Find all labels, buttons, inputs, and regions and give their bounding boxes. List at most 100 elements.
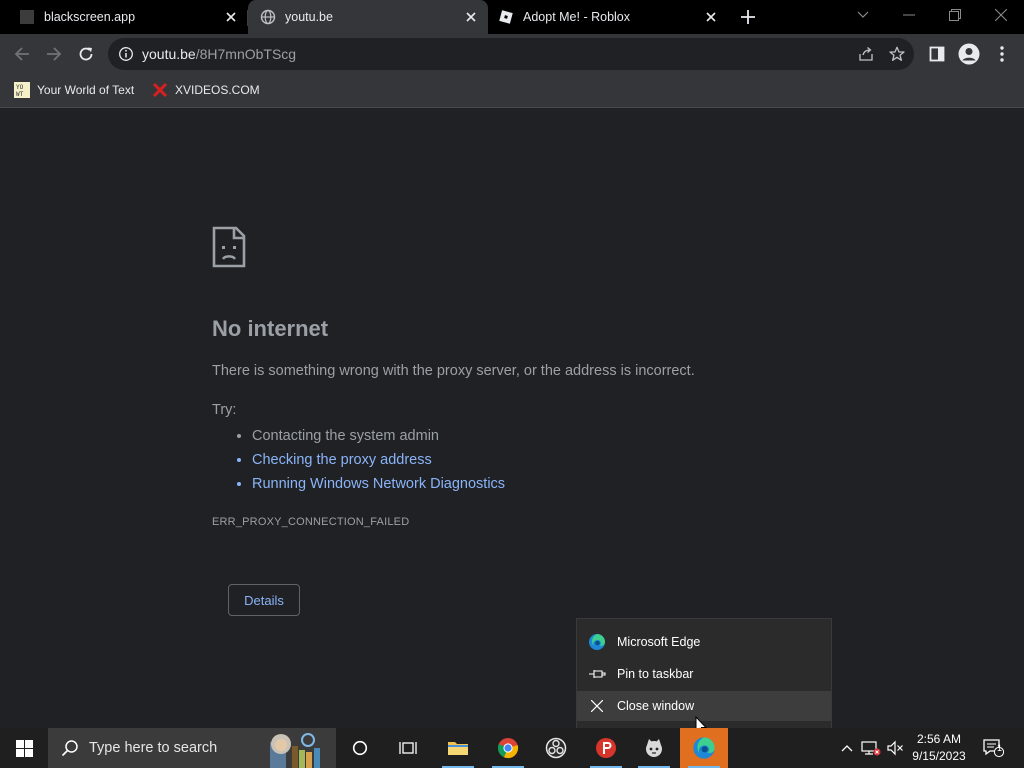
minimize-button[interactable] (886, 0, 932, 30)
bookmark-xvideos[interactable]: XVIDEOS.COM (152, 74, 260, 106)
cortana-icon (352, 740, 368, 756)
menu-button[interactable] (988, 40, 1016, 68)
svg-text:WT: WT (16, 91, 24, 98)
try-label: Try: (212, 402, 237, 418)
start-button[interactable] (0, 728, 48, 768)
chevron-down-icon (857, 11, 869, 18)
profile-button[interactable] (955, 40, 983, 68)
clock-time: 2:56 AM (916, 732, 962, 746)
restore-button[interactable] (932, 0, 978, 30)
psiphon-icon (596, 738, 616, 758)
bookmark-label: Your World of Text (37, 83, 135, 97)
suggestion-network-diagnostics-link[interactable]: Running Windows Network Diagnostics (252, 472, 505, 496)
jump-list-pin-to-taskbar[interactable]: Pin to taskbar (577, 659, 831, 689)
show-hidden-icons-button[interactable] (838, 728, 856, 768)
edge-icon (588, 633, 606, 651)
tab-youtube[interactable]: youtu.be (248, 0, 488, 34)
action-center-button[interactable]: 1 (976, 728, 1010, 768)
volume-muted-icon (887, 740, 903, 756)
plus-icon (741, 10, 755, 24)
network-disconnected-icon (861, 741, 881, 756)
jump-list-label: Close window (617, 699, 695, 713)
search-highlight-illustration (264, 730, 330, 768)
windows-logo-icon (15, 739, 33, 757)
suggestion-check-proxy-link[interactable]: Checking the proxy address (252, 448, 505, 472)
bookmark-label: XVIDEOS.COM (175, 83, 260, 97)
close-tab-icon[interactable] (222, 8, 240, 26)
ywot-icon: YO WT (14, 82, 30, 98)
roblox-icon (498, 9, 514, 25)
chrome-button[interactable] (484, 728, 532, 768)
address-bar[interactable]: youtu.be/8H7mnObTScg (108, 38, 914, 70)
edge-taskbar-button[interactable] (680, 728, 728, 768)
edge-icon (693, 737, 715, 759)
tab-search-button[interactable] (840, 0, 886, 30)
search-icon (61, 739, 79, 757)
forward-button[interactable] (40, 40, 68, 68)
network-button[interactable] (860, 728, 882, 768)
task-view-icon (399, 742, 417, 754)
close-tab-icon[interactable] (702, 8, 720, 26)
taskbar-jump-list: Microsoft Edge Pin to taskbar Close wind… (576, 618, 832, 728)
suggestion-list: Contacting the system admin Checking the… (212, 424, 505, 496)
svg-text:YO: YO (16, 84, 24, 91)
x-logo-icon (152, 82, 168, 98)
obs-button[interactable] (532, 728, 580, 768)
close-tab-icon[interactable] (462, 8, 480, 26)
details-button[interactable]: Details (228, 584, 300, 616)
error-title: No internet (212, 316, 329, 341)
new-tab-button[interactable] (733, 2, 763, 32)
close-icon (588, 697, 606, 715)
share-icon[interactable] (858, 46, 874, 62)
avatar-icon (958, 43, 980, 65)
restore-icon (949, 9, 961, 21)
suggestion-contact-admin: Contacting the system admin (252, 424, 505, 448)
bookmark-your-world-of-text[interactable]: YO WT Your World of Text (14, 74, 134, 106)
search-placeholder: Type here to search (89, 740, 218, 756)
windows-taskbar: Type here to search 2:56 AM 9/15/2023 1 (0, 728, 1024, 768)
tab-title: Adopt Me! - Roblox (523, 10, 630, 24)
tab-title: blackscreen.app (44, 10, 136, 24)
error-code: ERR_PROXY_CONNECTION_FAILED (212, 516, 410, 528)
url-host: youtu.be (142, 46, 196, 62)
minimize-icon (903, 14, 915, 16)
error-page: No internet There is something wrong wit… (0, 108, 1024, 728)
error-message: There is something wrong with the proxy … (212, 363, 695, 379)
reload-button[interactable] (72, 40, 100, 68)
browser-toolbar: youtu.be/8H7mnObTScg (0, 34, 1024, 74)
close-window-button[interactable] (978, 0, 1024, 30)
tab-title: youtu.be (285, 10, 333, 24)
url-text: youtu.be/8H7mnObTScg (142, 46, 296, 62)
clock-date: 9/15/2023 (912, 749, 966, 763)
taskbar-search-box[interactable]: Type here to search (48, 728, 336, 768)
sad-document-icon (212, 226, 246, 273)
pin-icon (588, 665, 606, 683)
tab-blackscreen[interactable]: blackscreen.app (0, 0, 248, 34)
close-icon (995, 9, 1007, 21)
cortana-button[interactable] (336, 728, 384, 768)
jump-list-label: Pin to taskbar (617, 667, 694, 681)
tab-roblox[interactable]: Adopt Me! - Roblox (488, 0, 728, 34)
jump-list-microsoft-edge[interactable]: Microsoft Edge (577, 627, 831, 657)
app-button[interactable] (630, 728, 678, 768)
star-icon[interactable] (889, 46, 905, 62)
side-panel-button[interactable] (923, 40, 951, 68)
kebab-menu-icon (1000, 46, 1004, 62)
reload-icon (79, 47, 93, 61)
task-view-button[interactable] (384, 728, 432, 768)
file-explorer-button[interactable] (434, 728, 482, 768)
arrow-left-icon (14, 47, 29, 61)
chevron-up-icon (841, 745, 853, 752)
bookmarks-bar: YO WT Your World of Text XVIDEOS.COM (0, 74, 1024, 108)
back-button[interactable] (8, 40, 36, 68)
url-path: /8H7mnObTScg (195, 46, 297, 62)
tab-strip: blackscreen.app youtu.be Adopt Me! - Rob… (0, 0, 1024, 34)
clock[interactable]: 2:56 AM 9/15/2023 (906, 731, 972, 765)
psiphon-button[interactable] (582, 728, 630, 768)
side-panel-icon (929, 46, 945, 62)
cat-app-icon (646, 739, 662, 757)
volume-button[interactable] (884, 728, 906, 768)
black-square-icon (19, 9, 35, 25)
info-icon[interactable] (118, 46, 134, 62)
arrow-right-icon (47, 47, 62, 61)
